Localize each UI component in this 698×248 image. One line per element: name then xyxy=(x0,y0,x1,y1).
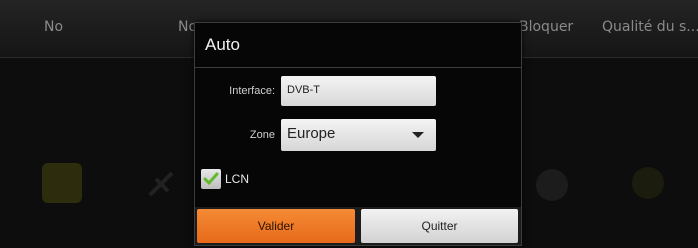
valider-button[interactable]: Valider xyxy=(197,209,355,243)
zone-label: Zone xyxy=(249,129,275,141)
lcn-label: LCN xyxy=(225,172,250,186)
dialog-button-bar: Valider Quitter xyxy=(195,207,521,245)
satellite-icon xyxy=(142,165,182,205)
zone-select[interactable]: Europe xyxy=(281,119,436,151)
lcn-checkbox[interactable] xyxy=(201,169,221,189)
radio-icon xyxy=(628,163,668,203)
interface-label: Interface: xyxy=(229,85,275,97)
tab-bloquer[interactable]: Bloquer xyxy=(519,19,573,35)
dropdown-arrow-icon xyxy=(412,132,424,138)
football-icon xyxy=(532,165,572,205)
title-divider xyxy=(195,67,521,68)
tab-qualite[interactable]: Qualité du s... xyxy=(602,19,698,35)
checkmark-icon xyxy=(203,172,219,186)
zone-selected-value: Europe xyxy=(287,125,336,142)
tv-icon xyxy=(42,163,82,203)
tab-no[interactable]: No xyxy=(44,19,63,35)
quitter-button[interactable]: Quitter xyxy=(361,209,518,243)
auto-scan-dialog: Auto Interface: DVB-T Zone Europe LCN Va… xyxy=(194,22,522,246)
dialog-title: Auto xyxy=(205,35,240,54)
interface-field[interactable]: DVB-T xyxy=(281,76,436,106)
